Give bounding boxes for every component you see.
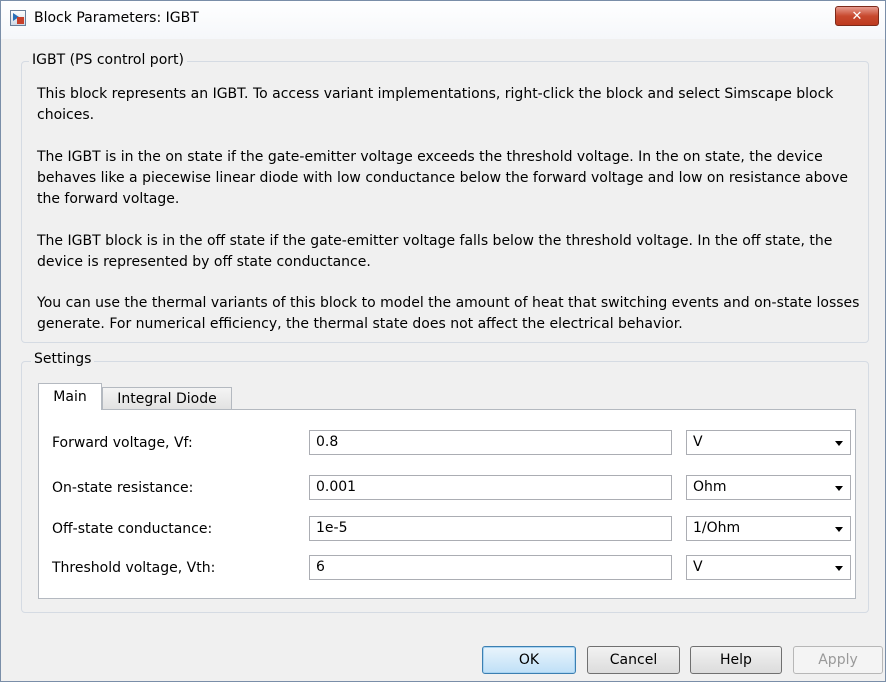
on-state-resistance-label: On-state resistance: xyxy=(52,480,194,496)
off-state-conductance-input[interactable]: 1e-5 xyxy=(309,516,672,541)
description-paragraph: This block represents an IGBT. To access… xyxy=(37,86,834,123)
dropdown-arrow-icon xyxy=(835,441,843,446)
on-state-resistance-input[interactable]: 0.001 xyxy=(309,475,672,500)
threshold-voltage-label: Threshold voltage, Vth: xyxy=(52,560,216,576)
unit-value: 1/Ohm xyxy=(693,520,741,536)
cancel-button[interactable]: Cancel xyxy=(587,646,680,674)
settings-group-label: Settings xyxy=(31,351,95,367)
dropdown-arrow-icon xyxy=(835,486,843,491)
forward-voltage-unit-select[interactable]: V xyxy=(686,430,851,455)
off-state-conductance-unit-select[interactable]: 1/Ohm xyxy=(686,516,851,541)
dropdown-arrow-icon xyxy=(835,527,843,532)
help-button[interactable]: Help xyxy=(690,646,782,674)
description-paragraph: The IGBT block is in the off state if th… xyxy=(37,233,833,270)
forward-voltage-label: Forward voltage, Vf: xyxy=(52,435,193,451)
threshold-voltage-input[interactable]: 6 xyxy=(309,555,672,580)
tab-main[interactable]: Main xyxy=(38,383,102,410)
description-paragraph: The IGBT is in the on state if the gate-… xyxy=(37,149,848,207)
unit-value: V xyxy=(693,559,703,575)
dropdown-arrow-icon xyxy=(835,566,843,571)
simulink-block-icon xyxy=(10,10,26,26)
tab-integral-diode[interactable]: Integral Diode xyxy=(102,387,232,409)
unit-value: Ohm xyxy=(693,479,727,495)
close-button[interactable]: ✕ xyxy=(835,6,879,26)
block-parameters-dialog: Block Parameters: IGBT ✕ IGBT (PS contro… xyxy=(0,0,886,682)
unit-value: V xyxy=(693,434,703,450)
description-group-label: IGBT (PS control port) xyxy=(29,52,187,68)
off-state-conductance-label: Off-state conductance: xyxy=(52,521,213,537)
window-title: Block Parameters: IGBT xyxy=(34,10,199,26)
threshold-voltage-unit-select[interactable]: V xyxy=(686,555,851,580)
on-state-resistance-unit-select[interactable]: Ohm xyxy=(686,475,851,500)
ok-button[interactable]: OK xyxy=(482,646,576,674)
description-paragraph: You can use the thermal variants of this… xyxy=(37,295,860,332)
apply-button[interactable]: Apply xyxy=(793,646,883,674)
title-bar[interactable]: Block Parameters: IGBT ✕ xyxy=(1,1,885,39)
forward-voltage-input[interactable]: 0.8 xyxy=(309,430,672,455)
